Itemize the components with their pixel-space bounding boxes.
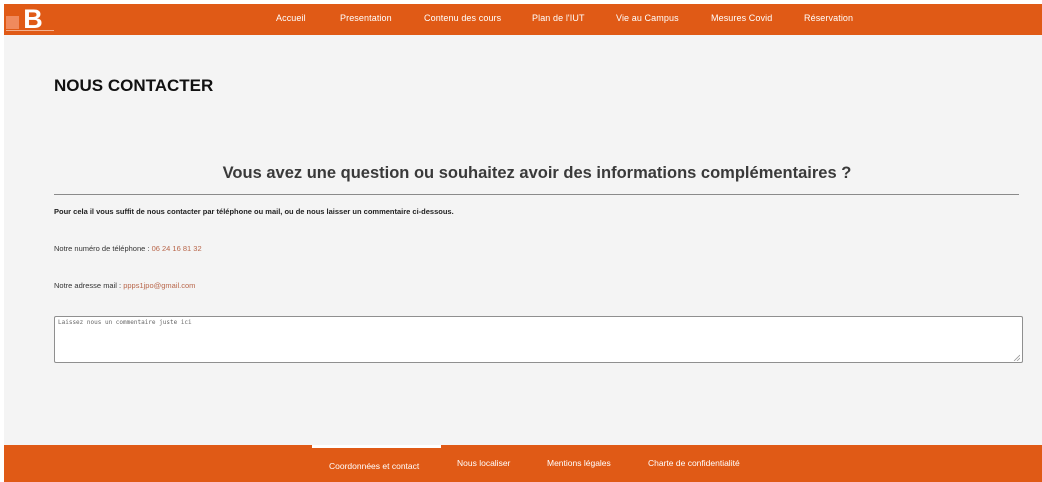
logo-icon: B	[6, 4, 54, 34]
section-heading: Vous avez une question ou souhaitez avoi…	[222, 164, 852, 182]
intro-text: Pour cela il vous suffit de nous contact…	[54, 207, 454, 216]
resize-handle-icon[interactable]	[1013, 354, 1020, 361]
nav-item-reservation[interactable]: Réservation	[804, 13, 853, 23]
nav-item-accueil[interactable]: Accueil	[276, 13, 306, 23]
nav-item-mesures-covid[interactable]: Mesures Covid	[711, 13, 772, 23]
footer-item-coordonnees[interactable]: Coordonnées et contact	[329, 461, 419, 471]
phone-value[interactable]: 06 24 16 81 32	[152, 244, 202, 253]
nav-item-presentation[interactable]: Presentation	[340, 13, 392, 23]
phone-label: Notre numéro de téléphone :	[54, 244, 152, 253]
divider	[54, 194, 1019, 195]
svg-text:B: B	[23, 4, 43, 34]
page-title: NOUS CONTACTER	[54, 76, 214, 95]
nav-item-plan-iut[interactable]: Plan de l'IUT	[532, 13, 585, 23]
top-navbar: B Accueil Presentation Contenu des cours…	[4, 4, 1042, 35]
nav-item-vie-au-campus[interactable]: Vie au Campus	[616, 13, 679, 23]
footer-item-nous-localiser[interactable]: Nous localiser	[457, 458, 510, 468]
comment-textarea[interactable]	[54, 316, 1023, 363]
mail-line: Notre adresse mail : ppps1jpo@gmail.com	[54, 281, 195, 290]
mail-value[interactable]: ppps1jpo@gmail.com	[123, 281, 195, 290]
mail-label: Notre adresse mail :	[54, 281, 124, 290]
footer-navbar: Coordonnées et contact Nous localiser Me…	[4, 445, 1042, 482]
footer-item-charte[interactable]: Charte de confidentialité	[648, 458, 740, 468]
phone-line: Notre numéro de téléphone : 06 24 16 81 …	[54, 244, 202, 253]
ub-logo[interactable]: B	[6, 4, 56, 34]
page: B Accueil Presentation Contenu des cours…	[4, 4, 1042, 482]
nav-item-contenu-des-cours[interactable]: Contenu des cours	[424, 13, 501, 23]
footer-item-mentions-legales[interactable]: Mentions légales	[547, 458, 611, 468]
